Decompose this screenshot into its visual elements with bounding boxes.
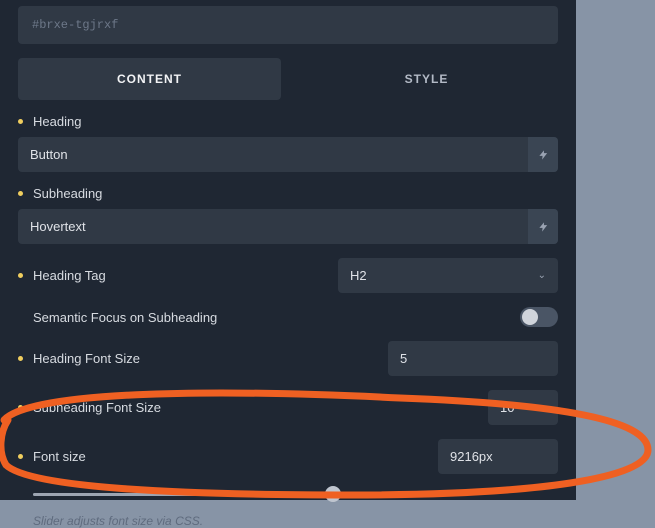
font-size-hint: Slider adjusts font size via CSS. <box>33 514 558 528</box>
chevron-down-icon: ⌄ <box>538 270 546 281</box>
toggle-knob <box>522 309 538 325</box>
font-size-input[interactable]: 9216px <box>438 439 558 474</box>
subheading-row: Subheading <box>18 186 558 201</box>
subheading-value: Hovertext <box>30 219 86 234</box>
subheading-font-size-label: Subheading Font Size <box>33 400 161 415</box>
indicator-dot <box>18 273 23 278</box>
slider-track <box>33 493 418 496</box>
slider-fill <box>33 493 333 496</box>
font-size-value: 9216px <box>450 449 493 464</box>
heading-font-size-value: 5 <box>400 351 407 366</box>
font-size-slider-row <box>18 484 558 504</box>
font-size-row: Font size 9216px <box>18 439 558 474</box>
heading-font-size-label: Heading Font Size <box>33 351 140 366</box>
tabs: CONTENT STYLE <box>18 58 558 100</box>
heading-font-size-input[interactable]: 5 <box>388 341 558 376</box>
bolt-icon <box>538 148 549 162</box>
font-size-slider[interactable] <box>33 484 418 504</box>
settings-panel: CONTENT STYLE Heading Button Subheading … <box>0 0 576 500</box>
tab-style[interactable]: STYLE <box>295 58 558 100</box>
subheading-font-size-value: 10 <box>500 400 514 415</box>
heading-tag-row: Heading Tag H2 ⌄ <box>18 258 558 293</box>
semantic-focus-toggle[interactable] <box>520 307 558 327</box>
heading-label: Heading <box>33 114 81 129</box>
tab-content[interactable]: CONTENT <box>18 58 281 100</box>
subheading-font-size-input[interactable]: 10 <box>488 390 558 425</box>
heading-tag-select[interactable]: H2 ⌄ <box>338 258 558 293</box>
indicator-dot <box>18 119 23 124</box>
indicator-dot <box>18 191 23 196</box>
heading-tag-label: Heading Tag <box>33 268 106 283</box>
subheading-label: Subheading <box>33 186 102 201</box>
heading-row: Heading <box>18 114 558 129</box>
css-selector-input[interactable] <box>18 6 558 44</box>
heading-value: Button <box>30 147 68 162</box>
subheading-input[interactable]: Hovertext <box>18 209 558 244</box>
semantic-focus-label: Semantic Focus on Subheading <box>33 310 217 325</box>
subheading-dynamic-button[interactable] <box>528 209 558 244</box>
heading-tag-value: H2 <box>350 268 367 283</box>
indicator-dot <box>18 454 23 459</box>
heading-input[interactable]: Button <box>18 137 558 172</box>
heading-font-size-row: Heading Font Size 5 <box>18 341 558 376</box>
font-size-label: Font size <box>33 449 86 464</box>
bolt-icon <box>538 220 549 234</box>
indicator-dot <box>18 356 23 361</box>
indicator-dot <box>18 405 23 410</box>
heading-dynamic-button[interactable] <box>528 137 558 172</box>
semantic-focus-row: Semantic Focus on Subheading <box>18 307 558 327</box>
subheading-font-size-row: Subheading Font Size 10 <box>18 390 558 425</box>
